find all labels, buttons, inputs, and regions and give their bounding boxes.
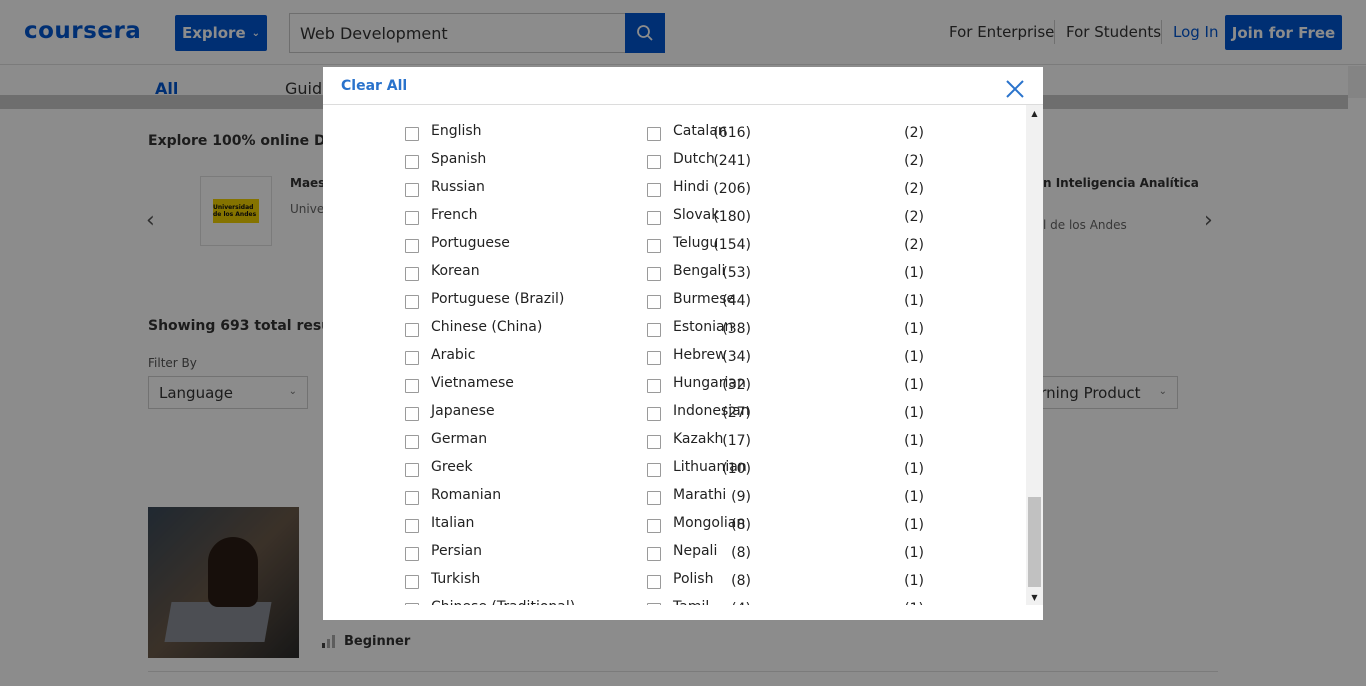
language-option[interactable]: Hebrew (1) xyxy=(323,345,1023,365)
language-count: (1) xyxy=(904,517,924,533)
language-checkbox[interactable] xyxy=(647,379,661,393)
language-option[interactable]: Mongolian (1) xyxy=(323,513,1023,533)
language-count: (1) xyxy=(904,545,924,561)
language-option[interactable]: Bengali (1) xyxy=(323,261,1023,281)
scroll-down-arrow-icon[interactable]: ▼ xyxy=(1026,589,1043,605)
scroll-up-arrow-icon[interactable]: ▲ xyxy=(1026,105,1043,121)
language-checkbox[interactable] xyxy=(647,127,661,141)
language-option[interactable]: Estonian (1) xyxy=(323,317,1023,337)
language-checkbox[interactable] xyxy=(647,239,661,253)
language-count: (1) xyxy=(904,433,924,449)
language-checkbox[interactable] xyxy=(647,323,661,337)
language-name: Polish xyxy=(673,571,714,587)
language-checkbox[interactable] xyxy=(647,267,661,281)
language-checkbox[interactable] xyxy=(647,295,661,309)
language-checkbox[interactable] xyxy=(647,155,661,169)
language-count: (2) xyxy=(904,237,924,253)
language-count: (2) xyxy=(904,125,924,141)
close-button[interactable] xyxy=(1005,79,1029,103)
language-filter-modal: Clear All English (616) Spanish (241) Russia… xyxy=(323,67,1043,620)
language-checkbox[interactable] xyxy=(647,183,661,197)
language-name: Catalan xyxy=(673,123,727,139)
language-name: Telugu xyxy=(673,235,719,251)
language-count: (1) xyxy=(904,377,924,393)
language-name: Hebrew xyxy=(673,347,727,363)
language-count: (2) xyxy=(904,181,924,197)
language-name: Indonesian xyxy=(673,403,750,419)
modal-header: Clear All xyxy=(323,67,1043,105)
language-count: (1) xyxy=(904,489,924,505)
language-checkbox[interactable] xyxy=(647,603,661,605)
language-count: (1) xyxy=(904,349,924,365)
language-option[interactable]: Telugu (2) xyxy=(323,233,1023,253)
language-name: Tamil xyxy=(673,599,709,605)
language-checkbox[interactable] xyxy=(647,575,661,589)
language-option[interactable]: Dutch (2) xyxy=(323,149,1023,169)
language-name: Marathi xyxy=(673,487,727,503)
language-count: (2) xyxy=(904,209,924,225)
language-checkbox[interactable] xyxy=(647,407,661,421)
language-options-list: English (616) Spanish (241) Russian (206) Fren… xyxy=(323,105,1026,605)
language-name: Nepali xyxy=(673,543,718,559)
language-count: (1) xyxy=(904,573,924,589)
language-checkbox[interactable] xyxy=(647,463,661,477)
language-option[interactable]: Burmese (1) xyxy=(323,289,1023,309)
language-name: Kazakh xyxy=(673,431,724,447)
language-checkbox[interactable] xyxy=(647,435,661,449)
language-count: (2) xyxy=(904,153,924,169)
language-name: Dutch xyxy=(673,151,715,167)
modal-vertical-scrollbar[interactable]: ▲ ▼ xyxy=(1026,105,1043,605)
language-option[interactable]: Marathi (1) xyxy=(323,485,1023,505)
language-checkbox[interactable] xyxy=(647,211,661,225)
language-count: (1) xyxy=(904,321,924,337)
close-icon xyxy=(1006,80,1024,98)
language-option[interactable]: Polish (1) xyxy=(323,569,1023,589)
language-name: Lithuanian xyxy=(673,459,747,475)
language-name: Slovak xyxy=(673,207,720,223)
language-name: Hindi xyxy=(673,179,710,195)
language-checkbox[interactable] xyxy=(647,351,661,365)
language-checkbox[interactable] xyxy=(647,547,661,561)
language-name: Burmese xyxy=(673,291,736,307)
language-option[interactable]: Indonesian (1) xyxy=(323,401,1023,421)
language-name: Hungarian xyxy=(673,375,746,391)
language-name: Bengali xyxy=(673,263,726,279)
language-option[interactable]: Catalan (2) xyxy=(323,121,1023,141)
language-name: Mongolian xyxy=(673,515,746,531)
language-count: (1) xyxy=(904,461,924,477)
language-count: (1) xyxy=(904,293,924,309)
language-option[interactable]: Nepali (1) xyxy=(323,541,1023,561)
language-checkbox[interactable] xyxy=(647,491,661,505)
language-option[interactable]: Hungarian (1) xyxy=(323,373,1023,393)
language-option[interactable]: Tamil (1) xyxy=(323,597,1023,605)
language-name: Estonian xyxy=(673,319,734,335)
language-option[interactable]: Lithuanian (1) xyxy=(323,457,1023,477)
scrollbar-thumb[interactable] xyxy=(1028,497,1041,587)
clear-all-button[interactable]: Clear All xyxy=(341,78,407,94)
language-option[interactable]: Kazakh (1) xyxy=(323,429,1023,449)
language-option[interactable]: Slovak (2) xyxy=(323,205,1023,225)
language-count: (1) xyxy=(904,405,924,421)
language-count: (1) xyxy=(904,601,924,605)
language-checkbox[interactable] xyxy=(647,519,661,533)
language-option[interactable]: Hindi (2) xyxy=(323,177,1023,197)
language-count: (1) xyxy=(904,265,924,281)
